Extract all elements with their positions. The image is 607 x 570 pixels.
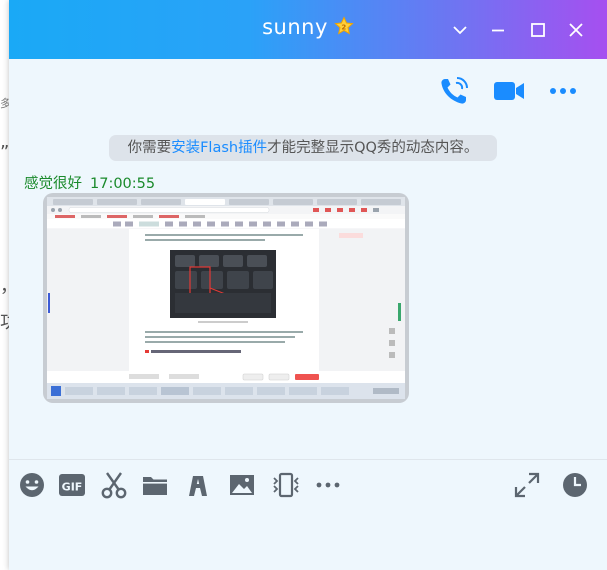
gif-icon[interactable]: GIF: [57, 470, 87, 500]
sender-name: 感觉很好: [24, 176, 82, 192]
expand-icon[interactable]: [512, 470, 542, 500]
video-call-icon[interactable]: [491, 73, 527, 109]
ai-icon[interactable]: [183, 470, 213, 500]
contact-name: sunny: [262, 15, 328, 39]
star-badge-icon: 2: [334, 16, 354, 41]
chat-window: sunny 2 你需要安装Flash插件才能完整显示QQ秀的动态内容。 感觉很好…: [9, 0, 607, 570]
message-header: 感觉很好 17:00:55: [24, 172, 155, 193]
emoji-icon[interactable]: [17, 470, 47, 500]
notice-prefix: 你需要: [127, 140, 172, 156]
window-title: sunny 2: [9, 15, 607, 41]
history-clock-icon[interactable]: [560, 470, 590, 500]
install-flash-link[interactable]: 安装Flash插件: [171, 140, 267, 156]
input-divider: [9, 459, 607, 460]
more-icon[interactable]: [545, 73, 581, 109]
background-text: ”: [0, 142, 10, 163]
voice-call-icon[interactable]: [436, 73, 472, 109]
image-icon[interactable]: [227, 470, 257, 500]
maximize-icon[interactable]: [528, 20, 548, 40]
folder-icon[interactable]: [140, 470, 170, 500]
scissors-icon[interactable]: [99, 470, 129, 500]
svg-text:GIF: GIF: [62, 481, 83, 494]
screenshot-image[interactable]: [43, 193, 409, 403]
minimize-icon[interactable]: [488, 20, 508, 40]
notice-suffix: 才能完整显示QQ秀的动态内容。: [267, 140, 479, 156]
title-bar[interactable]: sunny 2: [9, 0, 607, 59]
more-icon[interactable]: [313, 470, 343, 500]
flash-notice: 你需要安装Flash插件才能完整显示QQ秀的动态内容。: [109, 135, 497, 161]
message-time: 17:00:55: [90, 176, 156, 192]
screen-record-icon[interactable]: [271, 470, 301, 500]
chevron-down-icon[interactable]: [450, 20, 470, 40]
svg-text:2: 2: [341, 24, 346, 32]
close-icon[interactable]: [566, 20, 586, 40]
